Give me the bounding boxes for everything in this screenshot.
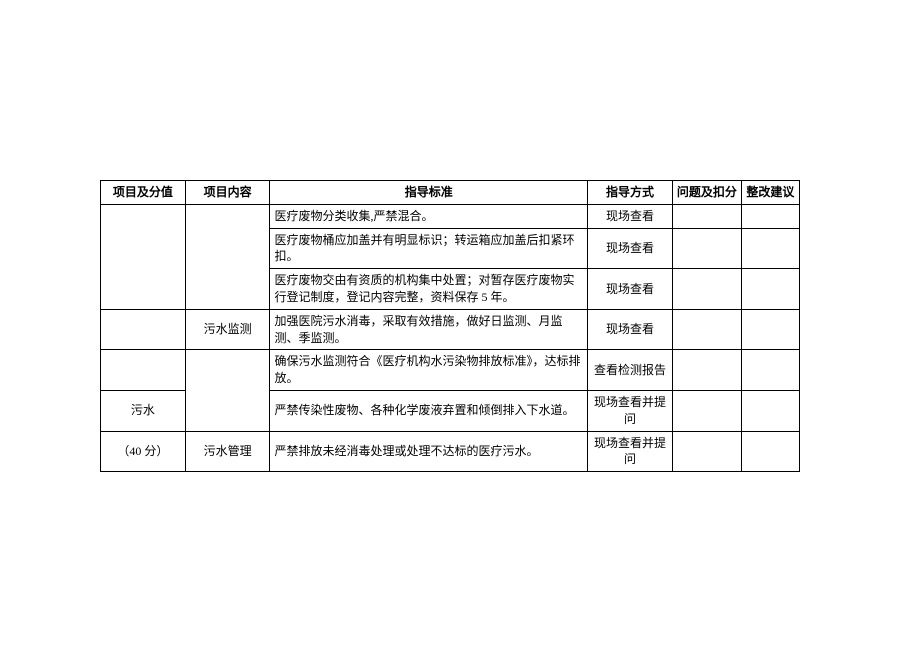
header-category: 项目及分值: [101, 181, 186, 205]
cell-standard: 加强医院污水消毒，采取有效措施，做好日监测、月监测、季监测。: [270, 309, 588, 350]
cell-advice: [741, 204, 799, 228]
cell-standard: 医疗废物分类收集,严禁混合。: [270, 204, 588, 228]
cell-category: [101, 309, 186, 350]
table-row: 污水监测 加强医院污水消毒，采取有效措施，做好日监测、月监测、季监测。 现场查看: [101, 309, 800, 350]
cell-issue: [672, 204, 741, 228]
cell-advice: [741, 390, 799, 431]
header-advice: 整改建议: [741, 181, 799, 205]
cell-category: [101, 204, 186, 309]
guidance-table: 项目及分值 项目内容 指导标准 指导方式 问题及扣分 整改建议 医疗废物分类收集…: [100, 180, 800, 472]
header-content: 项目内容: [185, 181, 270, 205]
cell-standard: 医疗废物交由有资质的机构集中处置；对暂存医疗废物实行登记制度，登记内容完整，资料…: [270, 269, 588, 310]
cell-standard: 确保污水监测符合《医疗机构水污染物排放标准》，达标排放。: [270, 350, 588, 391]
cell-method: 查看检测报告: [588, 350, 673, 391]
cell-method: 现场查看: [588, 309, 673, 350]
cell-standard: 严禁传染性废物、各种化学废液弃置和倾倒排入下水道。: [270, 390, 588, 431]
cell-method: 现场查看: [588, 228, 673, 269]
cell-advice: [741, 269, 799, 310]
cell-method: 现场查看并提问: [588, 431, 673, 472]
cell-content: [185, 350, 270, 431]
table-row: （40 分） 污水管理 严禁排放未经消毒处理或处理不达标的医疗污水。 现场查看并…: [101, 431, 800, 472]
cell-method: 现场查看: [588, 204, 673, 228]
cell-content: 污水管理: [185, 431, 270, 472]
cell-advice: [741, 350, 799, 391]
table-header-row: 项目及分值 项目内容 指导标准 指导方式 问题及扣分 整改建议: [101, 181, 800, 205]
cell-category: （40 分）: [101, 431, 186, 472]
cell-advice: [741, 431, 799, 472]
cell-advice: [741, 228, 799, 269]
cell-issue: [672, 431, 741, 472]
cell-method: 现场查看: [588, 269, 673, 310]
cell-advice: [741, 309, 799, 350]
cell-category: 污水: [101, 390, 186, 431]
cell-issue: [672, 309, 741, 350]
table-row: 医疗废物分类收集,严禁混合。 现场查看: [101, 204, 800, 228]
cell-standard: 医疗废物桶应加盖并有明显标识；转运箱应加盖后扣紧环扣。: [270, 228, 588, 269]
header-issue: 问题及扣分: [672, 181, 741, 205]
cell-issue: [672, 390, 741, 431]
header-standard: 指导标准: [270, 181, 588, 205]
header-method: 指导方式: [588, 181, 673, 205]
table-row: 确保污水监测符合《医疗机构水污染物排放标准》，达标排放。 查看检测报告: [101, 350, 800, 391]
cell-issue: [672, 269, 741, 310]
cell-content: 污水监测: [185, 309, 270, 350]
cell-standard: 严禁排放未经消毒处理或处理不达标的医疗污水。: [270, 431, 588, 472]
cell-content: [185, 204, 270, 309]
cell-issue: [672, 228, 741, 269]
cell-issue: [672, 350, 741, 391]
cell-category: [101, 350, 186, 391]
cell-method: 现场查看并提问: [588, 390, 673, 431]
